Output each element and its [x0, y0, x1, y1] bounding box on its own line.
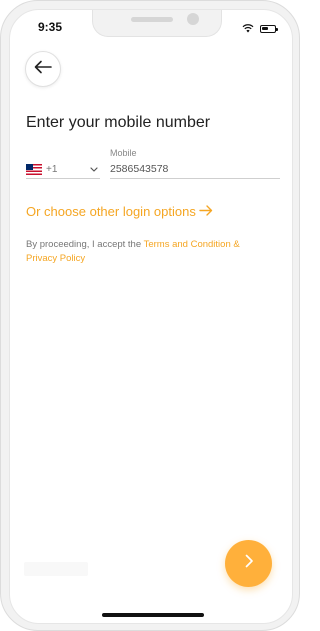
device-frame: 9:35 Enter your mobile number +1 Mobile …	[0, 0, 300, 631]
terms-prefix: By proceeding, I accept the	[26, 239, 144, 250]
status-icons	[242, 20, 278, 38]
speaker-grille	[131, 17, 173, 22]
us-flag-icon	[26, 163, 42, 175]
battery-icon	[260, 25, 278, 33]
front-camera	[187, 13, 199, 25]
mobile-label: Mobile	[110, 148, 137, 158]
country-code-select[interactable]: +1	[26, 160, 100, 179]
faded-placeholder	[24, 562, 88, 576]
next-button[interactable]	[225, 540, 272, 587]
mobile-number-field[interactable]	[110, 160, 280, 179]
status-time: 9:35	[38, 20, 63, 34]
arrow-right-icon	[199, 204, 213, 219]
other-login-label: Or choose other login options	[26, 204, 196, 219]
device-notch	[92, 10, 222, 37]
home-indicator	[102, 613, 204, 617]
other-login-options-link[interactable]: Or choose other login options	[26, 204, 213, 219]
back-button[interactable]	[25, 51, 61, 87]
terms-notice: By proceeding, I accept the Terms and Co…	[26, 238, 271, 266]
country-code: +1	[46, 163, 58, 175]
page-title: Enter your mobile number	[26, 114, 211, 131]
chevron-down-icon	[90, 164, 98, 175]
chevron-right-icon	[244, 554, 254, 573]
screen: 9:35 Enter your mobile number +1 Mobile …	[9, 9, 293, 624]
arrow-left-icon	[34, 60, 52, 79]
wifi-icon	[242, 20, 254, 38]
